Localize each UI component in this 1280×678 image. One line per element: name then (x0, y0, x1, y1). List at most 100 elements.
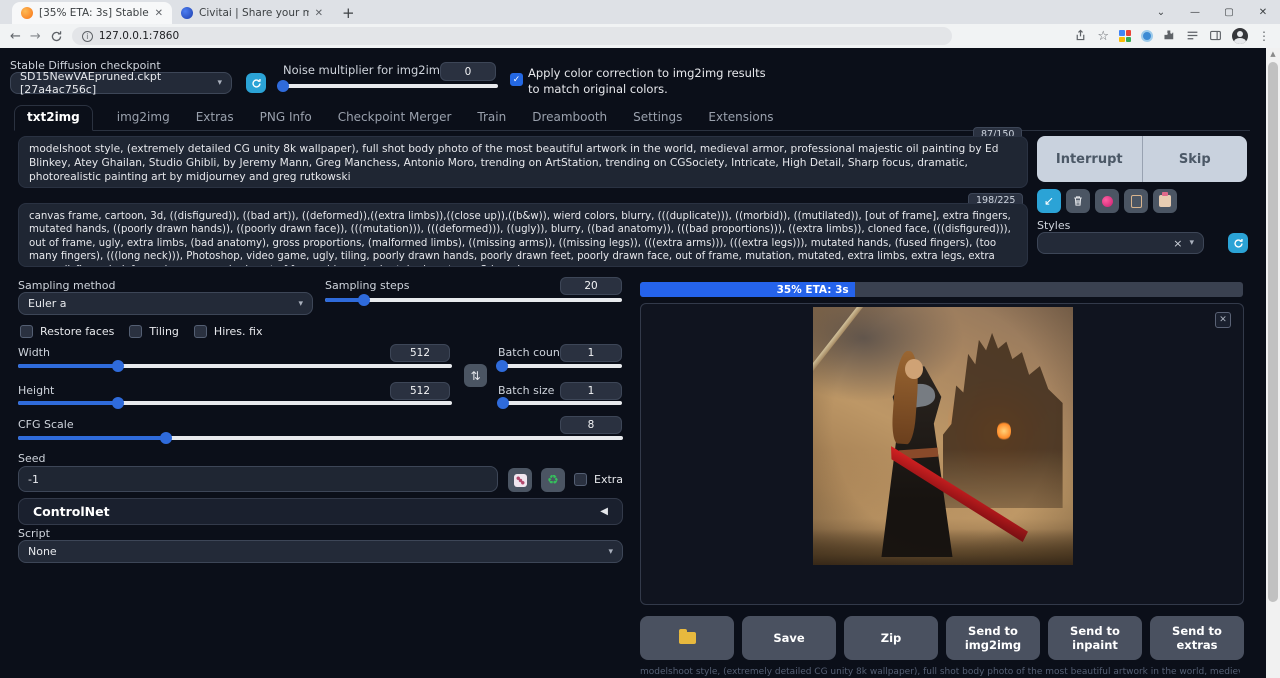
extension-grid-icon[interactable] (1119, 30, 1131, 42)
preview-image[interactable] (813, 307, 1073, 565)
tab-close-icon[interactable]: ✕ (155, 8, 163, 19)
collapse-arrow-icon: ◀ (600, 506, 608, 517)
apply-style-button[interactable] (1153, 189, 1177, 213)
reuse-seed-button[interactable]: ♻ (541, 468, 565, 492)
browser-tab-stable-diffusion[interactable]: [35% ETA: 3s] Stable Diffusion ✕ (12, 2, 172, 24)
batch-count-input[interactable]: 1 (560, 344, 622, 362)
noise-multiplier-slider[interactable] (281, 84, 498, 88)
back-icon[interactable]: ← (10, 29, 21, 44)
paste-generation-params-button[interactable]: ↙ (1037, 189, 1061, 213)
zip-button[interactable]: Zip (844, 616, 938, 660)
positive-prompt-textarea[interactable]: modelshoot style, (extremely detailed CG… (18, 136, 1028, 188)
close-preview-button[interactable]: ✕ (1215, 312, 1231, 328)
tab-png-info[interactable]: PNG Info (258, 106, 314, 130)
side-panel-icon[interactable] (1209, 27, 1222, 46)
interrupt-button[interactable]: Interrupt (1037, 136, 1142, 182)
extension-blue-icon[interactable] (1141, 30, 1153, 42)
sampling-steps-input[interactable]: 20 (560, 277, 622, 295)
controlnet-label: ControlNet (33, 504, 110, 519)
tab-search-icon[interactable]: ⌄ (1144, 7, 1178, 18)
script-label: Script (18, 527, 50, 540)
preview-vignette (813, 307, 1073, 565)
folder-icon (679, 632, 696, 644)
maximize-icon[interactable]: ▢ (1212, 7, 1246, 18)
batch-size-slider[interactable] (498, 401, 622, 405)
height-input[interactable]: 512 (390, 382, 450, 400)
scrollbar-thumb[interactable] (1268, 62, 1278, 602)
output-gallery: ✕ (640, 303, 1244, 605)
tab-extensions[interactable]: Extensions (706, 106, 775, 130)
color-correction-checkbox[interactable]: ✓ (510, 73, 523, 86)
send-to-img2img-button[interactable]: Send to img2img (946, 616, 1040, 660)
clear-styles-icon[interactable]: × (1173, 237, 1182, 250)
reading-list-icon[interactable] (1186, 27, 1199, 46)
browser-tab-title: [35% ETA: 3s] Stable Diffusion (39, 7, 149, 19)
clipboard-icon (1159, 195, 1171, 207)
open-folder-button[interactable] (640, 616, 734, 660)
tab-img2img[interactable]: img2img (115, 106, 172, 130)
tiling-checkbox[interactable] (129, 325, 142, 338)
bookmark-star-icon[interactable]: ☆ (1097, 29, 1109, 44)
sampling-steps-label: Sampling steps (325, 279, 410, 292)
controlnet-accordion[interactable]: ControlNet ◀ (18, 498, 623, 525)
seed-input[interactable]: -1 (18, 466, 498, 492)
recycle-icon: ♻ (547, 473, 559, 488)
minimize-icon[interactable]: — (1178, 7, 1212, 18)
browser-tab-civitai[interactable]: Civitai | Share your models ✕ (172, 2, 332, 24)
save-button[interactable]: Save (742, 616, 836, 660)
batch-size-input[interactable]: 1 (560, 382, 622, 400)
send-to-extras-button[interactable]: Send to extras (1150, 616, 1244, 660)
scroll-up-icon[interactable]: ▲ (1266, 50, 1280, 58)
profile-avatar[interactable] (1232, 28, 1248, 44)
page-scrollbar[interactable]: ▲ (1266, 48, 1280, 678)
forward-icon[interactable]: → (30, 29, 41, 44)
extra-networks-button[interactable] (1095, 189, 1119, 213)
checkpoint-dropdown[interactable]: SD15NewVAEpruned.ckpt [27a4ac756c] ▾ (10, 72, 232, 94)
batch-count-slider[interactable] (498, 364, 622, 368)
close-window-icon[interactable]: ✕ (1246, 7, 1280, 18)
tab-close-icon[interactable]: ✕ (315, 8, 323, 19)
batch-size-label: Batch size (498, 384, 554, 397)
cfg-scale-slider[interactable] (18, 436, 623, 440)
styles-dropdown[interactable]: × ▾ (1037, 232, 1204, 254)
height-slider[interactable] (18, 401, 452, 405)
refresh-checkpoints-button[interactable] (246, 73, 266, 93)
sampling-steps-slider[interactable] (325, 298, 622, 302)
new-tab-button[interactable]: + (342, 4, 355, 24)
tab-txt2img[interactable]: txt2img (14, 105, 93, 131)
extra-seed-checkbox[interactable] (574, 473, 587, 486)
cfg-scale-input[interactable]: 8 (560, 416, 622, 434)
clear-prompt-button[interactable] (1066, 189, 1090, 213)
extensions-puzzle-icon[interactable] (1163, 27, 1176, 46)
browser-toolbar: ← → i 127.0.0.1:7860 ☆ (0, 24, 1280, 48)
url-text: 127.0.0.1:7860 (99, 30, 179, 42)
site-info-icon[interactable]: i (82, 31, 93, 42)
browser-menu-icon[interactable]: ⋮ (1258, 29, 1270, 43)
tab-train[interactable]: Train (475, 106, 508, 130)
reload-icon[interactable] (50, 30, 63, 43)
negative-prompt-textarea[interactable]: canvas frame, cartoon, 3d, ((disfigured)… (18, 203, 1028, 267)
tab-checkpoint-merger[interactable]: Checkpoint Merger (336, 106, 454, 130)
random-seed-button[interactable] (508, 468, 532, 492)
width-slider[interactable] (18, 364, 452, 368)
progress-label: 35% ETA: 3s (777, 284, 849, 296)
script-dropdown[interactable]: None ▾ (18, 540, 623, 563)
skip-button[interactable]: Skip (1143, 136, 1248, 182)
noise-multiplier-input[interactable]: 0 (440, 62, 496, 81)
save-style-button[interactable] (1124, 189, 1148, 213)
browser-tabstrip: [35% ETA: 3s] Stable Diffusion ✕ Civitai… (0, 0, 1280, 24)
swap-dimensions-button[interactable]: ⇅ (464, 364, 487, 387)
sampling-method-dropdown[interactable]: Euler a ▾ (18, 292, 313, 315)
civitai-favicon (181, 7, 193, 19)
address-bar[interactable]: i 127.0.0.1:7860 (72, 27, 952, 45)
send-to-inpaint-button[interactable]: Send to inpaint (1048, 616, 1142, 660)
restore-faces-checkbox[interactable] (20, 325, 33, 338)
tab-extras[interactable]: Extras (194, 106, 236, 130)
share-icon[interactable] (1074, 27, 1087, 46)
width-input[interactable]: 512 (390, 344, 450, 362)
refresh-styles-button[interactable] (1228, 233, 1248, 253)
option-checkboxes: Restore faces Tiling Hires. fix (20, 325, 262, 338)
tab-settings[interactable]: Settings (631, 106, 684, 130)
hires-fix-checkbox[interactable] (194, 325, 207, 338)
tab-dreambooth[interactable]: Dreambooth (530, 106, 609, 130)
